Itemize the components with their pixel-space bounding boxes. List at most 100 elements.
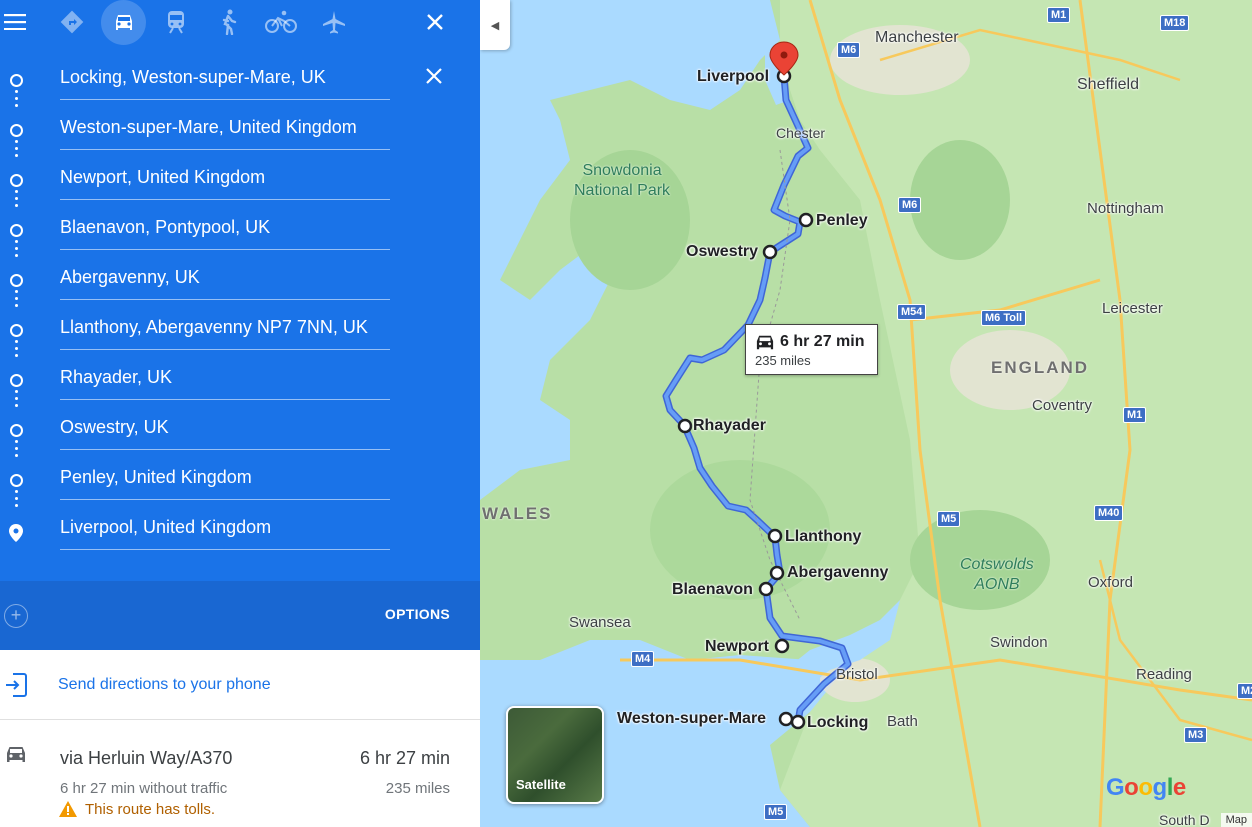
region-label-wales: WALES — [482, 504, 553, 523]
waypoint-label-oswestry: Oswestry — [686, 243, 759, 260]
route-callout[interactable]: 6 hr 27 min 235 miles — [745, 324, 878, 375]
maps-app: Locking, Weston-super-Mare, UK Weston-sup… — [0, 0, 1252, 827]
stop-row: Oswestry, UK — [0, 405, 480, 457]
city-label-chester: Chester — [776, 125, 826, 141]
best-mode-icon[interactable] — [50, 0, 94, 44]
region-label-england: ENGLAND — [991, 358, 1090, 377]
stop-input[interactable]: Weston-super-Mare, United Kingdom — [60, 112, 390, 150]
stop-row: Newport, United Kingdom — [0, 155, 480, 207]
waypoint-label-weston-super-mare: Weston-super-Mare — [617, 710, 767, 727]
destination-pin-icon — [9, 524, 23, 547]
callout-distance: 235 miles — [755, 353, 811, 368]
warning-icon — [59, 801, 77, 821]
waypoint-label-locking: Locking — [807, 714, 869, 731]
city-label-south-d: South D — [1159, 812, 1210, 827]
directions-header: Locking, Weston-super-Mare, UK Weston-sup… — [0, 0, 480, 581]
stop-dot-icon — [10, 474, 23, 487]
city-label-bath: Bath — [887, 713, 918, 730]
city-label-leicester: Leicester — [1102, 300, 1163, 317]
stop-input[interactable]: Newport, United Kingdom — [60, 162, 390, 200]
options-button[interactable]: OPTIONS — [385, 606, 450, 622]
send-to-phone-icon — [4, 672, 28, 703]
waypoint-label-llanthony: Llanthony — [785, 528, 862, 545]
stop-row: Abergavenny, UK — [0, 255, 480, 307]
tolls-warning-text: This route has tolls. — [85, 801, 216, 818]
stop-dot-icon — [10, 324, 23, 337]
city-label-swindon: Swindon — [990, 634, 1048, 651]
waypoint-label-penley: Penley — [816, 212, 868, 229]
park-label-snowdonia: Snowdonia National Park — [574, 162, 671, 199]
tolls-warning: This route has tolls. — [59, 801, 216, 821]
travel-mode-bar — [0, 0, 480, 45]
waypoint-label-liverpool: Liverpool — [697, 68, 770, 85]
stop-input[interactable]: Llanthony, Abergavenny NP7 7NN, UK — [60, 312, 390, 350]
flights-icon[interactable] — [312, 0, 356, 44]
city-label-bristol: Bristol — [836, 666, 878, 683]
road-shield: M1 — [1123, 407, 1147, 423]
stop-input[interactable]: Penley, United Kingdom — [60, 462, 390, 500]
park-label-cotswolds: Cotswolds AONB — [960, 556, 1034, 593]
stop-input[interactable]: Blaenavon, Pontypool, UK — [60, 212, 390, 250]
stop-row: Llanthony, Abergavenny NP7 7NN, UK — [0, 305, 480, 357]
remove-stop-icon[interactable] — [425, 67, 443, 90]
stop-dot-icon — [10, 174, 23, 187]
send-directions-row[interactable]: Send directions to your phone — [0, 650, 480, 720]
map-data-label[interactable]: Map — [1220, 813, 1252, 827]
city-label-swansea: Swansea — [569, 614, 631, 631]
transit-icon[interactable] — [154, 0, 198, 44]
cycling-icon[interactable] — [259, 0, 303, 44]
road-shield: M6 — [837, 42, 861, 58]
waypoint-label-blaenavon: Blaenavon — [672, 581, 753, 598]
stop-row: Liverpool, United Kingdom — [0, 505, 480, 555]
collapse-panel-button[interactable]: ◀ — [480, 0, 510, 50]
road-shield: M5 — [764, 804, 788, 820]
city-label-coventry: Coventry — [1032, 397, 1093, 414]
road-shield: M4 — [631, 651, 655, 667]
city-label-nottingham: Nottingham — [1087, 200, 1164, 217]
add-destination-icon[interactable]: + — [4, 604, 28, 628]
stop-row: Weston-super-Mare, United Kingdom — [0, 105, 480, 157]
stop-input[interactable]: Oswestry, UK — [60, 412, 390, 450]
road-shield: M18 — [1160, 15, 1190, 31]
stop-row: Locking, Weston-super-Mare, UK — [0, 55, 480, 107]
stop-row: Rhayader, UK — [0, 355, 480, 407]
stop-dot-icon — [10, 124, 23, 137]
forest-area — [910, 140, 1010, 260]
car-icon — [4, 744, 28, 769]
road-shield: M6 — [898, 197, 922, 213]
directions-panel: Locking, Weston-super-Mare, UK Weston-sup… — [0, 0, 480, 827]
map-canvas[interactable]: ◀ Manchester Sheffield Chester Nottingha… — [480, 0, 1252, 827]
stop-input[interactable]: Liverpool, United Kingdom — [60, 512, 390, 550]
route-distance: 235 miles — [385, 780, 450, 797]
menu-icon[interactable] — [0, 0, 37, 44]
route-via: via Herluin Way/A370 — [60, 748, 233, 768]
stop-input[interactable]: Abergavenny, UK — [60, 262, 390, 300]
road-shield: M2 — [1237, 683, 1252, 699]
stop-dot-icon — [10, 74, 23, 87]
walking-icon[interactable] — [207, 0, 251, 44]
stop-dot-icon — [10, 274, 23, 287]
city-label-oxford: Oxford — [1088, 574, 1134, 591]
send-directions-link[interactable]: Send directions to your phone — [58, 676, 271, 694]
google-logo: Google — [1106, 774, 1186, 801]
road-shield: M3 — [1184, 727, 1208, 743]
chevron-left-icon: ◀ — [490, 19, 500, 32]
satellite-toggle[interactable]: Satellite — [506, 706, 604, 804]
road-shield: M5 — [937, 511, 961, 527]
route-without-traffic: 6 hr 27 min without traffic — [60, 780, 228, 797]
waypoint-label-abergavenny: Abergavenny — [787, 564, 889, 581]
road-shield: M6 Toll — [981, 310, 1027, 326]
driving-icon[interactable] — [101, 0, 146, 45]
city-label-sheffield: Sheffield — [1077, 76, 1139, 93]
route-duration: 6 hr 27 min — [359, 748, 450, 768]
city-label-manchester: Manchester — [875, 29, 959, 46]
route-option[interactable]: via Herluin Way/A370 6 hr 27 min 6 hr 27… — [0, 720, 480, 827]
waypoint-label-rhayader: Rhayader — [693, 417, 766, 434]
stop-input[interactable]: Locking, Weston-super-Mare, UK — [60, 62, 390, 100]
stop-input[interactable]: Rhayader, UK — [60, 362, 390, 400]
stop-row: Penley, United Kingdom — [0, 455, 480, 507]
close-icon[interactable] — [413, 0, 457, 44]
city-label-reading: Reading — [1136, 666, 1192, 683]
callout-duration: 6 hr 27 min — [780, 333, 865, 350]
waypoint-label-newport: Newport — [705, 638, 769, 655]
